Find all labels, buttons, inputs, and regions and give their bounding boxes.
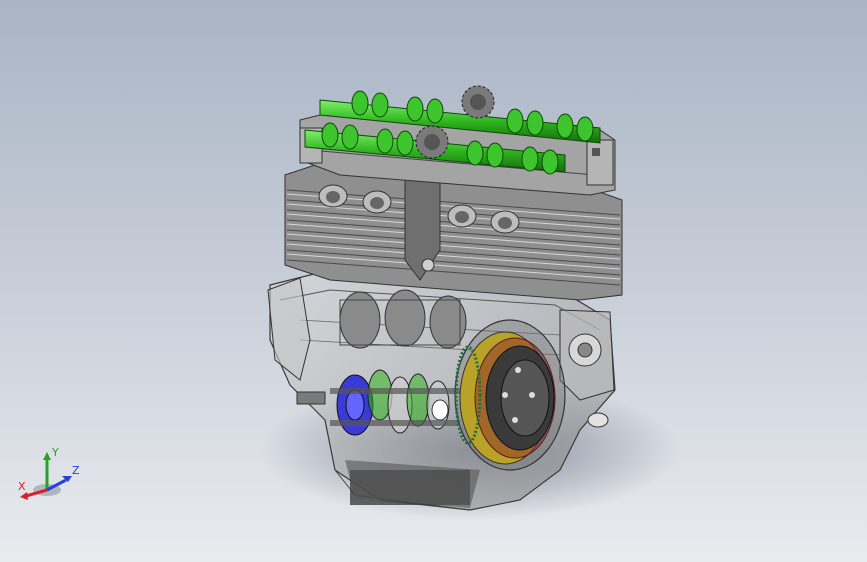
axis-triad: X Y Z — [18, 446, 80, 500]
axis-z-label: Z — [72, 464, 80, 477]
axis-y-label: Y — [51, 446, 59, 459]
axis-x-label: X — [18, 480, 26, 493]
clutch-assembly[interactable] — [454, 319, 566, 471]
graphics-viewport[interactable]: X Y Z — [0, 0, 867, 562]
engine-3d-model[interactable] — [0, 0, 867, 562]
